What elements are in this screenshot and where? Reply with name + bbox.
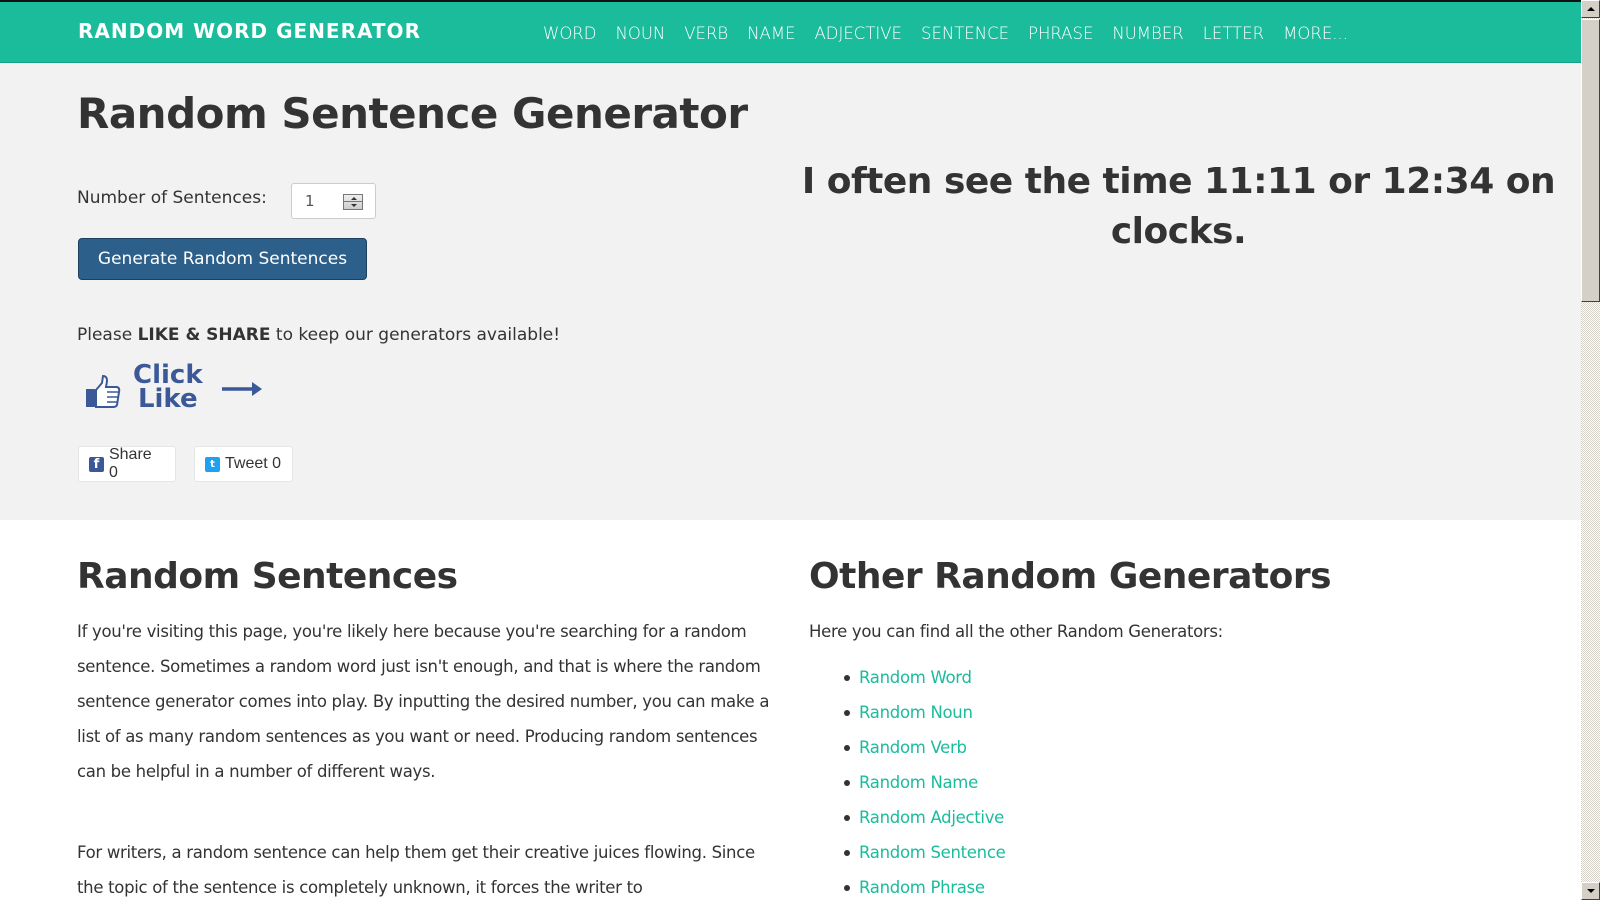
click-like-line2: Like <box>137 384 198 414</box>
generate-button[interactable]: Generate Random Sentences <box>78 238 367 280</box>
generator-section: Random Sentence Generator Number of Sent… <box>0 63 1581 520</box>
nav-noun[interactable]: NOUN <box>615 24 665 43</box>
scrollbar-thumb[interactable] <box>1581 19 1600 302</box>
spinner-up-icon[interactable] <box>351 197 357 200</box>
number-spinner[interactable] <box>343 194 363 210</box>
nav-verb[interactable]: VERB <box>684 24 728 43</box>
list-item: Random Verb <box>843 730 1005 765</box>
other-generators-intro: Here you can find all the other Random G… <box>809 622 1223 641</box>
twitter-icon: t <box>205 456 220 472</box>
number-of-sentences-label: Number of Sentences: <box>77 188 267 208</box>
scroll-down-button[interactable] <box>1581 882 1600 900</box>
link-random-phrase[interactable]: Random Phrase <box>859 878 985 897</box>
thumbs-up-icon <box>86 375 121 408</box>
facebook-share-button[interactable]: f Share 0 <box>78 446 176 482</box>
other-generators-heading: Other Random Generators <box>809 556 1332 597</box>
page: RANDOM WORD GENERATOR WORD NOUN VERB NAM… <box>0 0 1581 900</box>
nav-word[interactable]: WORD <box>543 24 596 43</box>
list-item: Random Phrase <box>843 870 1005 900</box>
arrow-right-icon <box>222 382 262 396</box>
share-bold: LIKE & SHARE <box>137 325 271 345</box>
nav-sentence[interactable]: SENTENCE <box>921 24 1009 43</box>
click-like-text: Click Like <box>133 362 203 414</box>
nav-name[interactable]: NAME <box>747 24 795 43</box>
list-item: Random Name <box>843 765 1005 800</box>
link-random-name[interactable]: Random Name <box>859 773 978 792</box>
scroll-down-icon <box>1587 889 1595 893</box>
list-item: Random Sentence <box>843 835 1006 870</box>
spinner-down-icon[interactable] <box>351 204 357 207</box>
page-title: Random Sentence Generator <box>77 89 748 138</box>
share-prefix: Please <box>77 325 138 345</box>
navbar: RANDOM WORD GENERATOR WORD NOUN VERB NAM… <box>0 0 1581 63</box>
generated-sentence: I often see the time 11:11 or 12:34 on c… <box>801 161 1556 252</box>
share-message: Please LIKE & SHARE to keep our generato… <box>77 325 560 345</box>
share-suffix: to keep our generators available! <box>270 325 561 345</box>
twitter-tweet-button[interactable]: t Tweet 0 <box>194 446 293 482</box>
number-of-sentences-input[interactable]: 1 <box>291 183 376 219</box>
link-random-noun[interactable]: Random Noun <box>859 703 973 722</box>
list-item: Random Word <box>843 660 1005 695</box>
nav-letter[interactable]: LETTER <box>1203 24 1264 43</box>
nav-number[interactable]: NUMBER <box>1112 24 1183 43</box>
facebook-icon: f <box>89 456 104 472</box>
random-sentences-heading: Random Sentences <box>77 556 458 597</box>
link-random-adjective[interactable]: Random Adjective <box>859 808 1004 827</box>
intro-paragraph: If you're visiting this page, you're lik… <box>77 622 770 781</box>
nav-adjective[interactable]: ADJECTIVE <box>815 24 902 43</box>
generators-list: Random Word Random Noun Random Verb Rand… <box>843 660 1006 900</box>
link-random-sentence[interactable]: Random Sentence <box>859 843 1006 862</box>
facebook-share-label: Share 0 <box>108 446 152 481</box>
info-section: Random Sentences If you're visiting this… <box>0 520 1581 900</box>
vertical-scrollbar[interactable] <box>1581 0 1600 900</box>
list-item: Random Noun <box>843 695 1005 730</box>
brand-logo[interactable]: RANDOM WORD GENERATOR <box>78 19 421 43</box>
link-random-verb[interactable]: Random Verb <box>859 738 967 757</box>
twitter-tweet-label: Tweet 0 <box>225 455 282 472</box>
main-nav: WORD NOUN VERB NAME ADJECTIVE SENTENCE P… <box>543 24 1367 43</box>
writers-paragraph: For writers, a random sentence can help … <box>77 843 755 897</box>
number-value: 1 <box>305 192 315 210</box>
nav-phrase[interactable]: PHRASE <box>1028 24 1093 43</box>
list-item: Random Adjective <box>843 800 1005 835</box>
click-like-banner: Click Like <box>85 362 265 423</box>
scroll-up-button[interactable] <box>1581 0 1600 18</box>
nav-more[interactable]: MORE... <box>1283 24 1348 43</box>
scroll-up-icon <box>1587 7 1595 11</box>
link-random-word[interactable]: Random Word <box>859 668 972 687</box>
